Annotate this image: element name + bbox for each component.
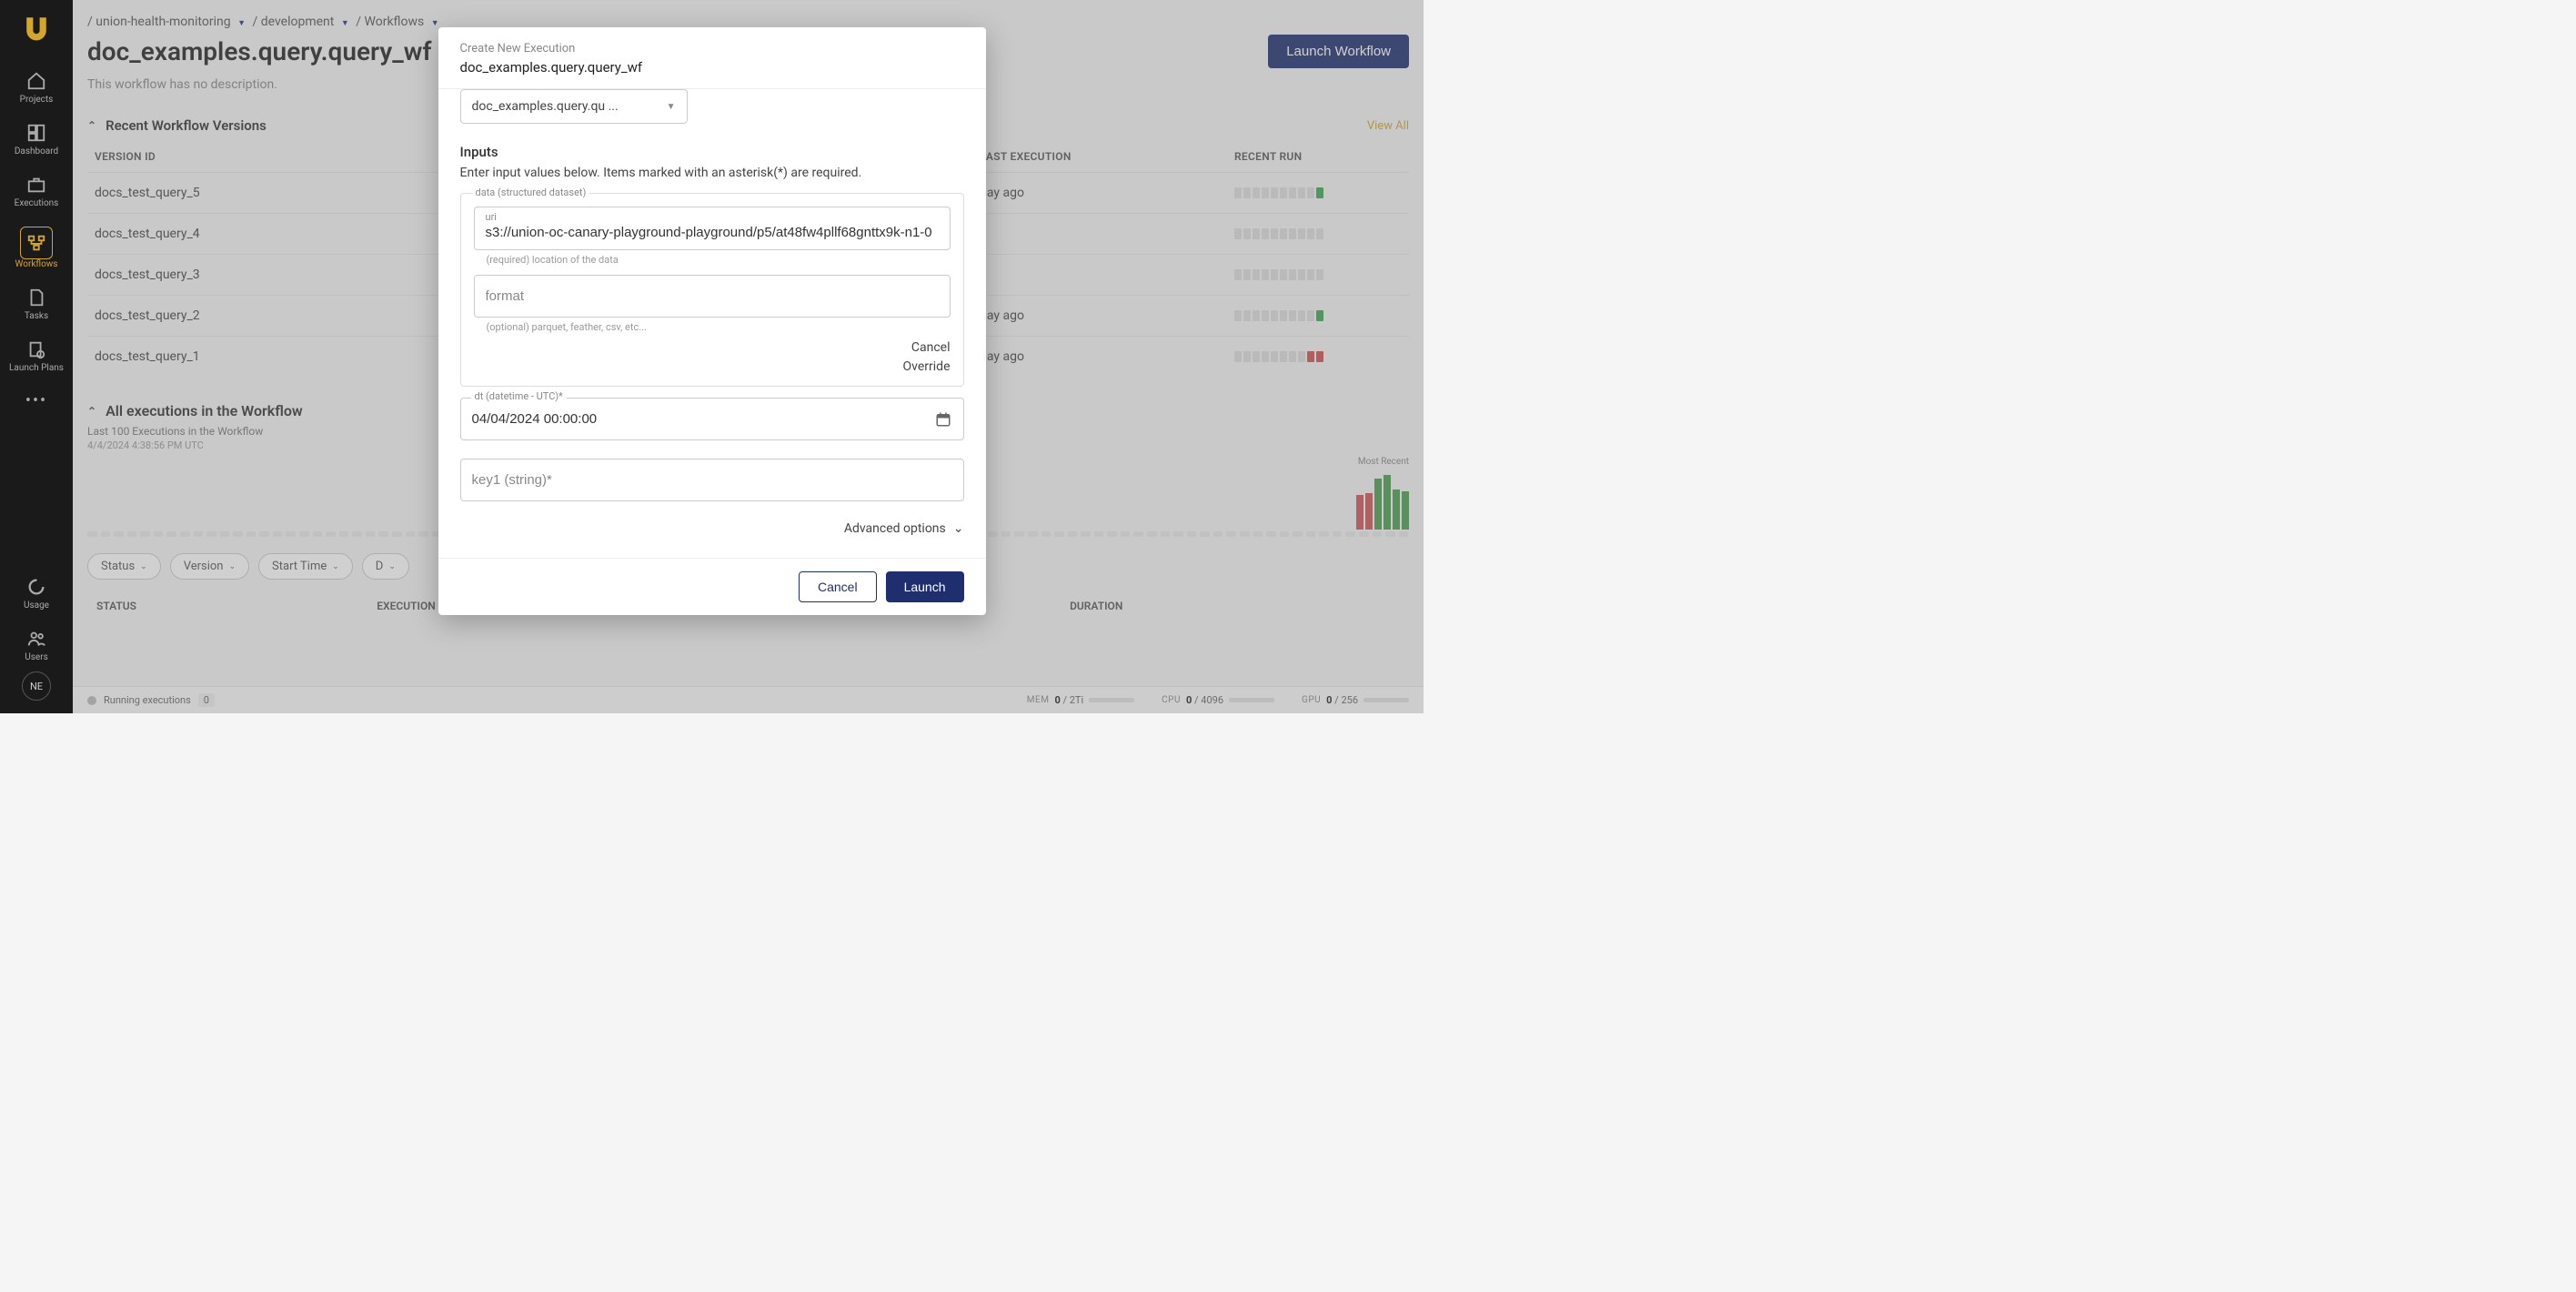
- uri-field[interactable]: uri: [474, 207, 951, 250]
- uri-input[interactable]: [486, 223, 939, 240]
- nav-more[interactable]: •••: [25, 382, 47, 419]
- override-link[interactable]: Override: [474, 358, 951, 377]
- usage-icon: [26, 577, 46, 597]
- dashboard-icon: [26, 123, 46, 143]
- file-icon: [26, 288, 46, 308]
- nav-workflows[interactable]: Workflows: [0, 217, 73, 278]
- nav-label: Dashboard: [15, 146, 58, 156]
- logo: [20, 11, 53, 44]
- advanced-options-toggle[interactable]: Advanced options ⌄: [460, 521, 964, 536]
- nav-users[interactable]: Users: [0, 620, 73, 671]
- override-actions: Cancel Override: [474, 338, 951, 377]
- fieldset-label: data (structured dataset): [472, 187, 590, 198]
- home-icon: [26, 71, 46, 91]
- sidebar: Projects Dashboard Executions Workflows …: [0, 0, 73, 713]
- nav-label: Users: [25, 652, 48, 662]
- chevron-down-icon: ⌄: [953, 521, 964, 536]
- modal-subtitle: Create New Execution: [460, 42, 964, 56]
- key1-input[interactable]: [460, 459, 964, 501]
- nav-label: Projects: [20, 95, 54, 105]
- nav-projects[interactable]: Projects: [0, 62, 73, 114]
- clipboard-clock-icon: [26, 339, 46, 359]
- nav-executions[interactable]: Executions: [0, 166, 73, 217]
- launch-modal: Create New Execution doc_examples.query.…: [438, 27, 986, 615]
- workflow-select[interactable]: doc_examples.query.qu ... ▼: [460, 89, 688, 124]
- field-help: (optional) parquet, feather, csv, etc...: [487, 321, 951, 333]
- launch-button[interactable]: Launch: [886, 571, 964, 602]
- nav-tasks[interactable]: Tasks: [0, 278, 73, 330]
- inputs-heading: Inputs: [460, 144, 964, 160]
- datetime-input[interactable]: [460, 398, 964, 440]
- nav-label: Usage: [24, 601, 49, 611]
- nav-usage[interactable]: Usage: [0, 568, 73, 620]
- format-input[interactable]: [474, 275, 951, 318]
- nav-dashboard[interactable]: Dashboard: [0, 114, 73, 166]
- users-icon: [26, 629, 46, 649]
- calendar-icon[interactable]: [935, 411, 951, 428]
- field-label: dt (datetime - UTC)*: [471, 390, 567, 402]
- data-fieldset: data (structured dataset) uri (required)…: [460, 193, 964, 387]
- modal-title: doc_examples.query.query_wf: [460, 59, 964, 76]
- nav-label: Launch Plans: [9, 363, 64, 373]
- nav-label: Workflows: [15, 259, 58, 269]
- cancel-override-link[interactable]: Cancel: [474, 338, 951, 358]
- datetime-field: dt (datetime - UTC)*: [460, 398, 964, 440]
- nav-launch-plans[interactable]: Launch Plans: [0, 330, 73, 382]
- nav-label: Executions: [15, 198, 59, 208]
- cancel-button[interactable]: Cancel: [799, 571, 877, 602]
- field-help: (required) location of the data: [487, 254, 951, 266]
- workflow-icon: [26, 233, 46, 253]
- avatar[interactable]: NE: [22, 671, 51, 701]
- chevron-down-icon: ▼: [667, 102, 676, 112]
- nav-label: Tasks: [25, 311, 48, 321]
- briefcase-icon: [26, 175, 46, 195]
- inputs-help: Enter input values below. Items marked w…: [460, 166, 964, 180]
